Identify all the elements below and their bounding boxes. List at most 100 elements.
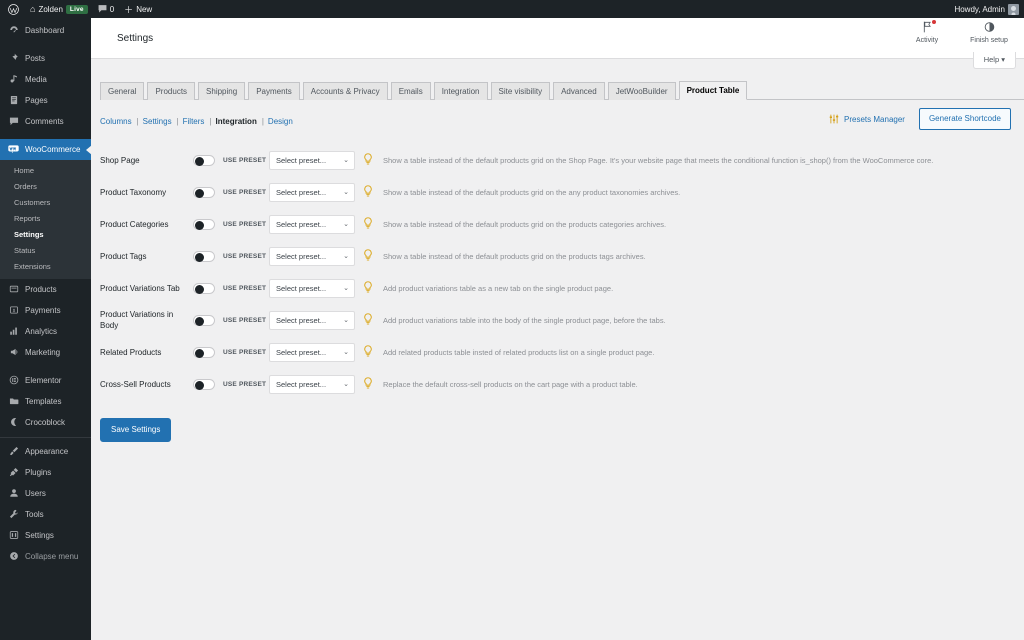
toggle-product-categories[interactable] (193, 218, 215, 230)
save-settings-button[interactable]: Save Settings (100, 418, 172, 442)
sidebar-item-label: WooCommerce (25, 145, 81, 154)
settings-tabs: General Products Shipping Payments Accou… (100, 81, 1024, 100)
preset-select-shop-page[interactable]: Select preset... ⌄ (269, 150, 355, 170)
sidebar-item-comments[interactable]: Comments (0, 111, 91, 132)
lightbulb-icon (355, 343, 381, 361)
subnav-filters[interactable]: Filters (183, 117, 205, 126)
sidebar-subitem-customers[interactable]: Customers (0, 195, 91, 211)
sidebar-item-media[interactable]: Media (0, 69, 91, 90)
page-icon (8, 95, 19, 107)
sidebar-item-posts[interactable]: Posts (0, 48, 91, 69)
toggle-product-tags[interactable] (193, 250, 215, 262)
sidebar-item-label: Pages (25, 96, 48, 105)
subnav-columns[interactable]: Columns (100, 117, 132, 126)
site-name-menu[interactable]: ⌂ Zolden Live (25, 0, 93, 18)
sidebar-item-tools[interactable]: Tools (0, 504, 91, 525)
presets-manager-button[interactable]: Presets Manager (829, 114, 905, 124)
tab-jetwoobuilder[interactable]: JetWooBuilder (607, 82, 676, 100)
sidebar-item-settings[interactable]: Settings (0, 525, 91, 546)
tab-site-visibility[interactable]: Site visibility (490, 82, 551, 100)
preset-select-product-variations-tab[interactable]: Select preset... ⌄ (269, 278, 355, 298)
sidebar-item-label: Media (25, 75, 47, 84)
users-icon (8, 488, 19, 500)
setting-label: Related Products (100, 347, 162, 357)
collapse-arrow-icon (8, 551, 19, 563)
tab-advanced[interactable]: Advanced (553, 82, 605, 100)
sidebar-item-label: Settings (25, 531, 54, 540)
tab-product-table[interactable]: Product Table (678, 81, 748, 100)
sidebar-item-elementor[interactable]: Elementor (0, 370, 91, 391)
preset-select-product-categories[interactable]: Select preset... ⌄ (269, 214, 355, 234)
wordpress-logo-icon[interactable] (0, 0, 25, 18)
sidebar-item-pages[interactable]: Pages (0, 90, 91, 111)
use-preset-label: USE PRESET (223, 316, 267, 324)
site-name: Zolden (38, 4, 63, 14)
preset-select-product-tags[interactable]: Select preset... ⌄ (269, 246, 355, 266)
finish-setup-button[interactable]: Finish setup (967, 21, 1011, 44)
sidebar-subitem-reports[interactable]: Reports (0, 211, 91, 227)
sidebar-item-crocoblock[interactable]: Crocoblock (0, 412, 91, 433)
tab-products[interactable]: Products (147, 82, 196, 100)
sidebar-subitem-settings[interactable]: Settings (0, 227, 91, 243)
svg-text:$: $ (12, 307, 15, 312)
toggle-related-products[interactable] (193, 346, 215, 358)
tab-emails[interactable]: Emails (390, 82, 431, 100)
sidebar-subitem-extensions[interactable]: Extensions (0, 259, 91, 275)
sidebar-item-analytics[interactable]: Analytics (0, 321, 91, 342)
sidebar-subitem-orders[interactable]: Orders (0, 179, 91, 195)
chevron-down-icon: ⌄ (343, 157, 349, 164)
sidebar-item-products[interactable]: Products (0, 279, 91, 300)
sidebar-subitem-home[interactable]: Home (0, 163, 91, 179)
sidebar-item-label: Marketing (25, 348, 61, 357)
tab-accounts-privacy[interactable]: Accounts & Privacy (302, 82, 388, 100)
sidebar-item-appearance[interactable]: Appearance (0, 441, 91, 462)
sidebar-item-marketing[interactable]: Marketing (0, 342, 91, 363)
half-circle-progress-icon (984, 21, 995, 35)
activity-label: Activity (915, 37, 939, 44)
sidebar-item-plugins[interactable]: Plugins (0, 462, 91, 483)
subnav-design[interactable]: Design (268, 117, 293, 126)
lightbulb-icon (355, 279, 381, 297)
toggle-product-taxonomy[interactable] (193, 186, 215, 198)
toggle-shop-page[interactable] (193, 154, 215, 166)
sidebar-item-woocommerce[interactable]: WooCommerce (0, 139, 92, 160)
tab-shipping[interactable]: Shipping (198, 82, 246, 100)
preset-select-cross-sell-products[interactable]: Select preset... ⌄ (269, 374, 355, 394)
templates-folder-icon (8, 396, 19, 408)
use-preset-label: USE PRESET (223, 220, 267, 228)
toggle-product-variations-in-body[interactable] (193, 314, 215, 326)
subnav-settings[interactable]: Settings (143, 117, 172, 126)
setting-label: Product Categories (100, 219, 169, 229)
generate-shortcode-button[interactable]: Generate Shortcode (918, 108, 1011, 130)
use-preset-label: USE PRESET (223, 348, 267, 356)
live-badge: Live (65, 4, 88, 14)
tab-payments[interactable]: Payments (248, 82, 300, 100)
sidebar-item-templates[interactable]: Templates (0, 391, 91, 412)
main-content: Settings Activity Finish setup Help ▾ Ge… (91, 18, 1024, 640)
comments-menu[interactable]: 0 (93, 0, 119, 18)
tab-integration[interactable]: Integration (433, 82, 488, 100)
admin-sidebar: Dashboard Posts Media Pages Comments Woo… (0, 18, 92, 640)
sidebar-subitem-status[interactable]: Status (0, 243, 91, 259)
preset-select-product-variations-in-body[interactable]: Select preset... ⌄ (269, 310, 355, 330)
preset-select-value: Select preset... (276, 155, 327, 165)
new-content-menu[interactable]: ＋ New (119, 0, 157, 18)
preset-select-related-products[interactable]: Select preset... ⌄ (269, 342, 355, 362)
lightbulb-icon (355, 151, 381, 169)
sidebar-item-payments[interactable]: $ Payments (0, 300, 91, 321)
sidebar-item-users[interactable]: Users (0, 483, 91, 504)
subnav-integration[interactable]: Integration (216, 117, 257, 126)
toggle-product-variations-tab[interactable] (193, 282, 215, 294)
setting-label: Product Variations Tab (100, 283, 180, 293)
sidebar-item-dashboard[interactable]: Dashboard (0, 20, 91, 41)
preset-select-product-taxonomy[interactable]: Select preset... ⌄ (269, 182, 355, 202)
tab-general[interactable]: General (100, 82, 145, 100)
brush-icon (8, 446, 19, 458)
toggle-cross-sell-products[interactable] (193, 378, 215, 390)
sidebar-item-collapse-menu[interactable]: Collapse menu (0, 546, 91, 567)
activity-button[interactable]: Activity (905, 20, 949, 44)
my-account-menu[interactable]: Howdy, Admin (949, 0, 1024, 18)
chevron-down-icon: ⌄ (343, 253, 349, 260)
setting-description: Add product variations table into the bo… (383, 315, 666, 325)
analytics-bars-icon (8, 326, 19, 338)
